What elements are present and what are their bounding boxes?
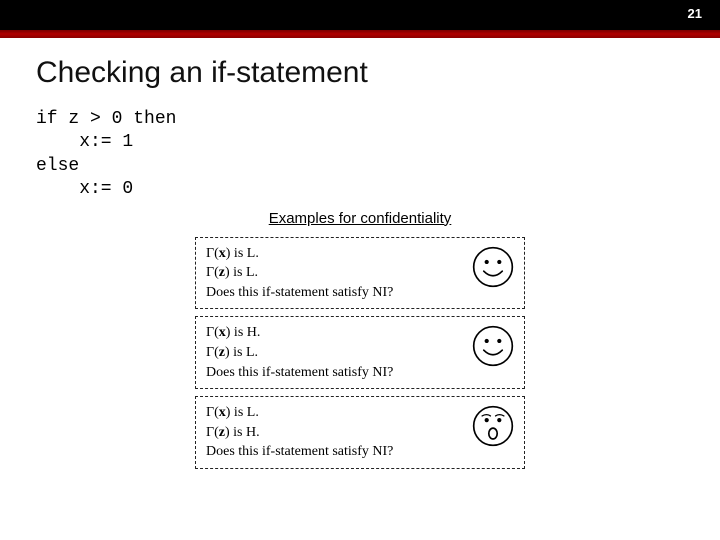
example-box: Γ(x) is H. Γ(z) is L. Does this if-state…	[195, 316, 525, 389]
question-line: Does this if-statement satisfy NI?	[206, 442, 516, 462]
example-box: Γ(x) is L. Γ(z) is H. Does this if-state…	[195, 396, 525, 469]
gamma-line: Γ(x) is H.	[206, 323, 516, 343]
accent-stripe	[0, 30, 720, 38]
example-boxes: Γ(x) is L. Γ(z) is L. Does this if-state…	[195, 237, 525, 469]
gamma-line: Γ(x) is L.	[206, 403, 516, 423]
slide-header: 21	[0, 0, 720, 38]
slide-title: Checking an if-statement	[36, 56, 684, 90]
examples-header: Examples for confidentiality	[195, 210, 525, 227]
page-number: 21	[688, 6, 702, 21]
surprise-icon	[472, 405, 514, 447]
question-line: Does this if-statement satisfy NI?	[206, 363, 516, 383]
smile-icon	[472, 246, 514, 288]
code-block: if z > 0 then x:= 1 else x:= 0	[36, 108, 684, 202]
smile-icon	[472, 325, 514, 367]
gamma-line: Γ(x) is L.	[206, 244, 516, 264]
example-box: Γ(x) is L. Γ(z) is L. Does this if-state…	[195, 237, 525, 310]
slide-content: Checking an if-statement if z > 0 then x…	[0, 38, 720, 469]
question-line: Does this if-statement satisfy NI?	[206, 283, 516, 303]
gamma-line: Γ(z) is H.	[206, 423, 516, 443]
gamma-line: Γ(z) is L.	[206, 343, 516, 363]
gamma-line: Γ(z) is L.	[206, 263, 516, 283]
